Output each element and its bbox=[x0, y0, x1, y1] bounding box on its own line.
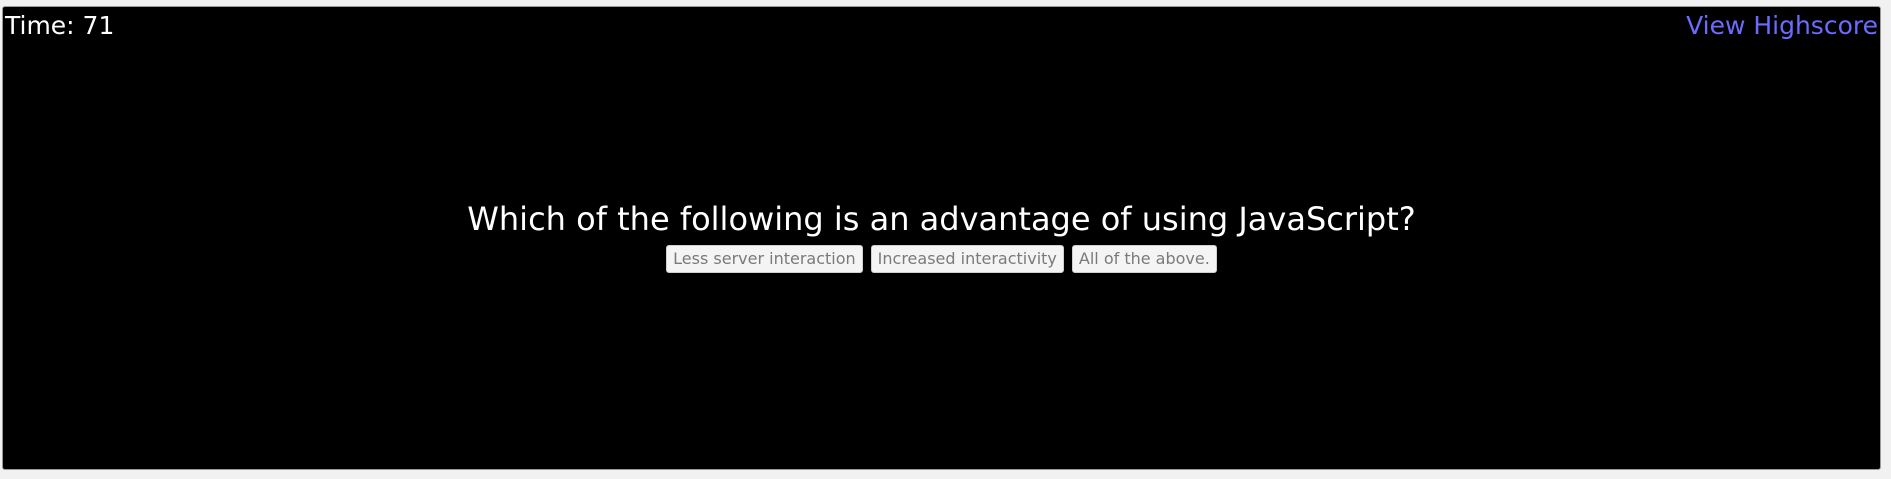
view-highscore-link[interactable]: View Highscore bbox=[1686, 11, 1878, 41]
quiz-container: Time: 71 View Highscore Which of the fol… bbox=[2, 6, 1881, 470]
timer-display: Time: 71 bbox=[5, 11, 115, 40]
choice-button-less-server-interaction[interactable]: Less server interaction bbox=[666, 245, 863, 273]
question-text: Which of the following is an advantage o… bbox=[467, 200, 1416, 238]
choice-button-increased-interactivity[interactable]: Increased interactivity bbox=[870, 245, 1064, 273]
answer-choices: Less server interaction Increased intera… bbox=[3, 245, 1880, 273]
choice-button-all-of-the-above[interactable]: All of the above. bbox=[1071, 245, 1217, 273]
question-section: Which of the following is an advantage o… bbox=[3, 198, 1880, 273]
